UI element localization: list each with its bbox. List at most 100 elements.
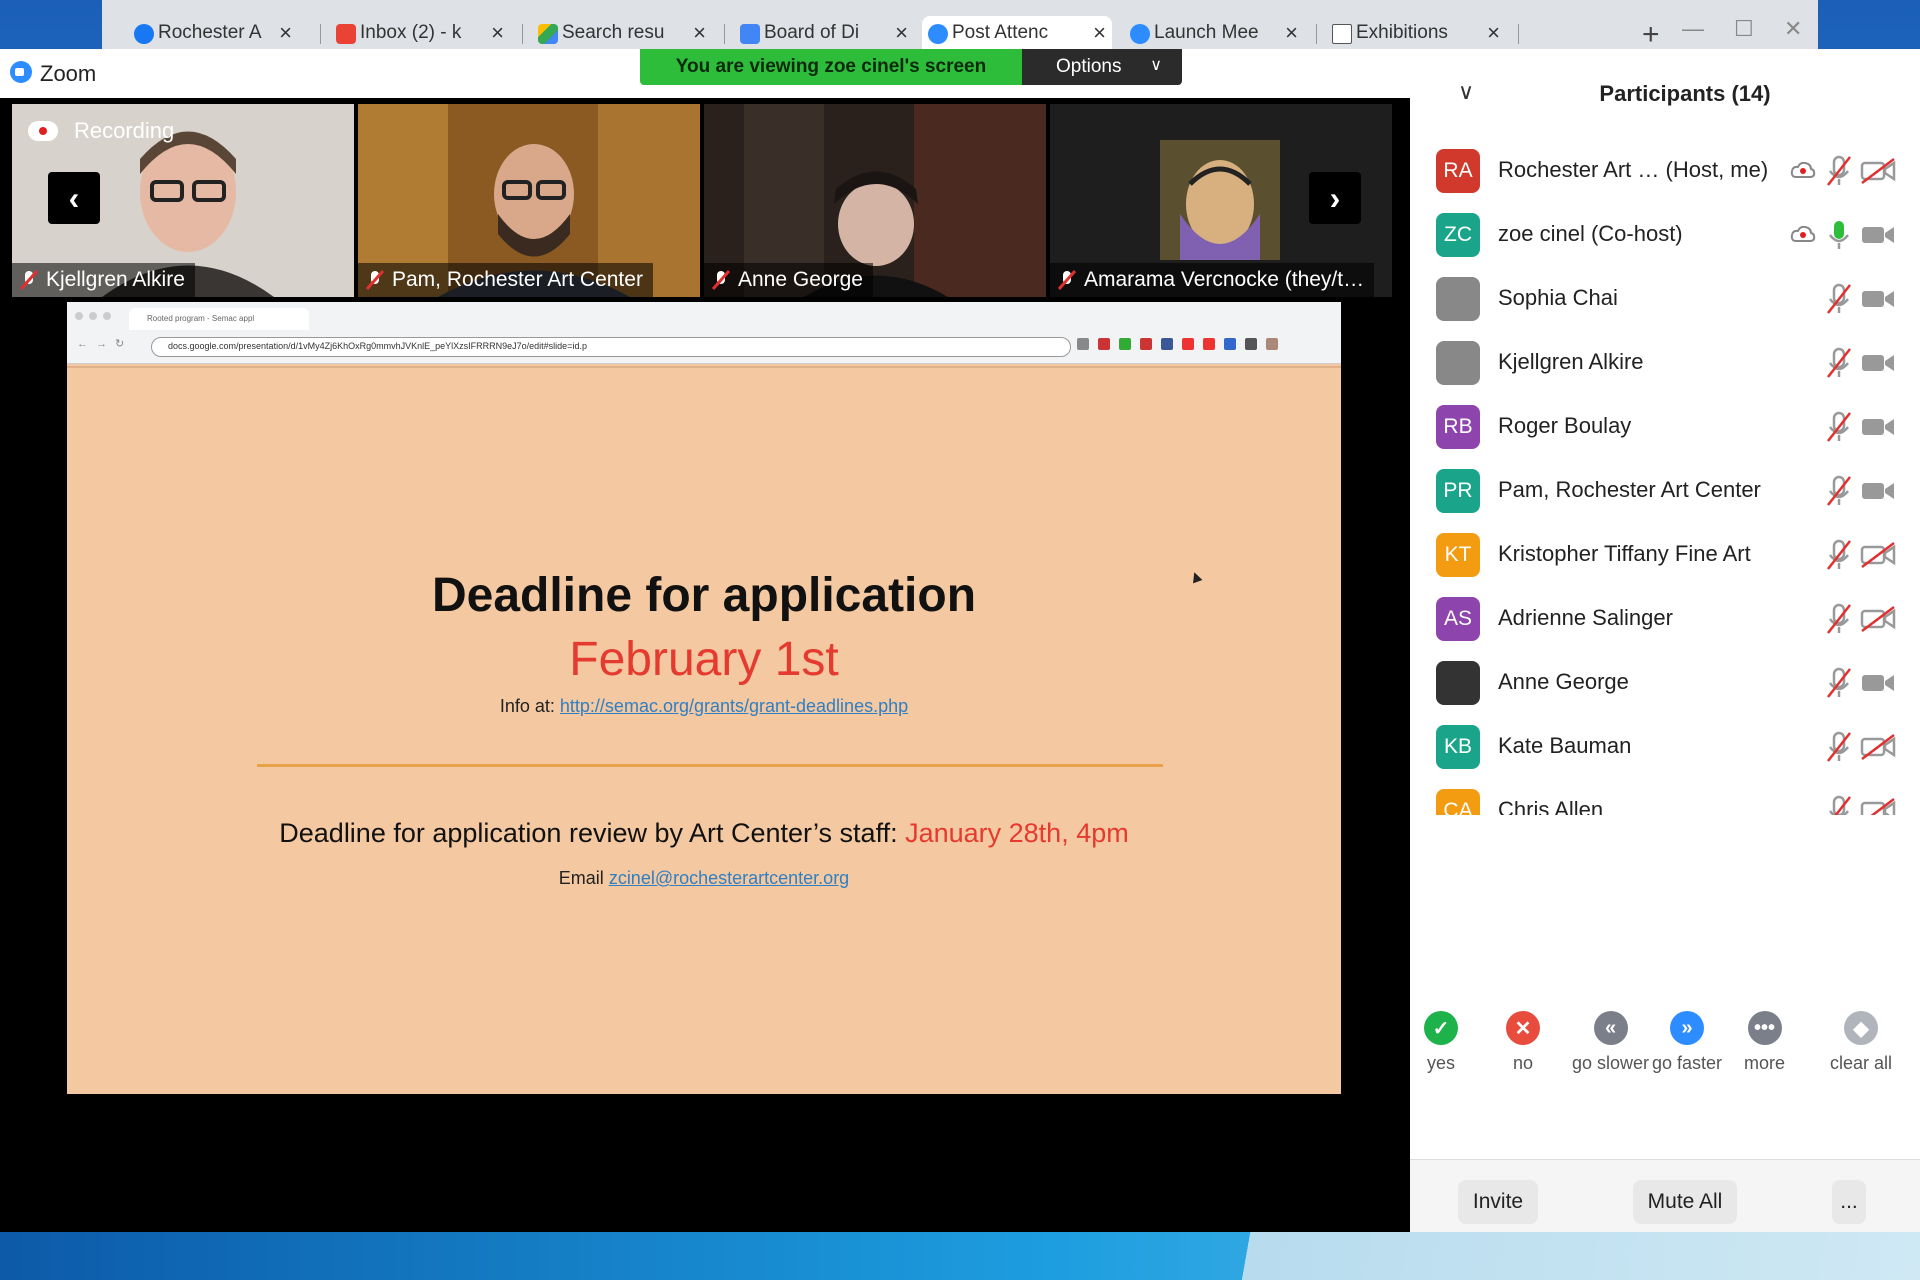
slide-info-line: Info at: http://semac.org/grants/grant-d… — [67, 696, 1341, 717]
tab-label: Inbox (2) - k — [360, 22, 462, 43]
camera-icon[interactable] — [1860, 349, 1896, 377]
camera-icon[interactable] — [1860, 221, 1896, 249]
more-options-button[interactable]: ... — [1832, 1180, 1866, 1224]
camera-icon[interactable] — [1860, 669, 1896, 697]
close-tab-icon[interactable]: × — [1285, 20, 1298, 46]
google-drive-icon — [538, 24, 558, 44]
mic-muted-icon[interactable] — [1824, 539, 1854, 571]
reaction-go-slower-button[interactable]: « go slower — [1572, 1011, 1649, 1074]
reaction-more-button[interactable]: ••• more — [1744, 1011, 1785, 1074]
participant-row[interactable]: Anne George — [1410, 651, 1920, 715]
tab-label: Board of Di — [764, 22, 860, 43]
participants-list[interactable]: RA Rochester Art … (Host, me) ZC zoe cinel … — [1410, 139, 1920, 815]
rac-icon — [1332, 24, 1352, 44]
mic-muted-icon[interactable] — [1824, 475, 1854, 507]
avatar — [1436, 277, 1480, 321]
close-tab-icon[interactable]: × — [1093, 20, 1106, 46]
browser-minimize-icon[interactable]: — — [1682, 16, 1704, 42]
participant-name: Kate Bauman — [1498, 733, 1632, 758]
browser-tab[interactable]: Inbox (2) - k × — [330, 16, 510, 50]
reaction-yes-button[interactable]: ✓ yes — [1424, 1011, 1458, 1074]
shared-browser-toolbar: Rooted program - Semac appl ←→↻ docs.goo… — [67, 302, 1341, 364]
participant-row[interactable]: KT Kristopher Tiffany Fine Art — [1410, 523, 1920, 587]
participant-name: Anne George — [1498, 669, 1629, 694]
participant-row[interactable]: KB Kate Bauman — [1410, 715, 1920, 779]
slide-email-line: Email zcinel@rochesterartcenter.org — [67, 868, 1341, 889]
camera-icon[interactable] — [1860, 285, 1896, 313]
new-tab-icon[interactable]: + — [1642, 18, 1660, 52]
invite-button[interactable]: Invite — [1458, 1180, 1538, 1224]
browser-tab[interactable]: Exhibitions × — [1326, 16, 1506, 50]
participant-row[interactable]: AS Adrienne Salinger — [1410, 587, 1920, 651]
reaction-go-faster-button[interactable]: » go faster — [1652, 1011, 1722, 1074]
tab-separator — [1316, 24, 1317, 44]
participant-row[interactable]: Sophia Chai — [1410, 267, 1920, 331]
camera-icon[interactable] — [1860, 413, 1896, 441]
reaction-clear-all-button[interactable]: ◆ clear all — [1830, 1011, 1892, 1074]
video-tile[interactable]: Pam, Rochester Art Center — [358, 104, 700, 297]
participants-header: ∨ Participants (14) — [1410, 79, 1920, 119]
camera-off-icon[interactable] — [1860, 157, 1896, 185]
camera-off-icon[interactable] — [1860, 733, 1896, 761]
shared-browser-tab: Rooted program - Semac appl — [129, 308, 309, 330]
close-tab-icon[interactable]: × — [279, 20, 292, 46]
browser-tab[interactable]: Board of Di × — [734, 16, 914, 50]
slide-divider — [257, 764, 1163, 767]
view-options-button[interactable]: Options ∨ — [1022, 49, 1182, 85]
camera-icon[interactable] — [1860, 477, 1896, 505]
mic-muted-icon[interactable] — [1824, 283, 1854, 315]
facebook-icon — [134, 24, 154, 44]
tab-label: Rochester A — [158, 22, 262, 43]
avatar: KB — [1436, 725, 1480, 769]
participant-row[interactable]: Kjellgren Alkire — [1410, 331, 1920, 395]
close-tab-icon[interactable]: × — [491, 20, 504, 46]
zoom-icon — [928, 24, 948, 44]
reaction-no-button[interactable]: ✕ no — [1506, 1011, 1540, 1074]
mic-icon[interactable] — [1824, 219, 1854, 251]
mic-muted-icon[interactable] — [1824, 411, 1854, 443]
participant-name: Pam, Rochester Art Center — [1498, 477, 1761, 502]
camera-off-icon[interactable] — [1860, 605, 1896, 633]
participant-name: Roger Boulay — [1498, 413, 1632, 438]
mic-muted-icon — [365, 270, 385, 290]
browser-tab[interactable]: Search resu × — [532, 16, 712, 50]
tab-label: Post Attenc — [952, 22, 1049, 43]
reaction-clear-all-icon: ◆ — [1844, 1011, 1879, 1045]
browser-tab[interactable]: Launch Mee × — [1124, 16, 1304, 50]
zoom-icon — [1130, 24, 1150, 44]
participant-row[interactable]: CA Chris Allen — [1410, 779, 1920, 815]
shared-url-bar: docs.google.com/presentation/d/1vMy4Zj6K… — [151, 337, 1071, 357]
camera-off-icon[interactable] — [1860, 797, 1896, 815]
participant-row[interactable]: RB Roger Boulay — [1410, 395, 1920, 459]
camera-off-icon[interactable] — [1860, 541, 1896, 569]
reaction-label: yes — [1426, 1053, 1455, 1073]
browser-tab-active[interactable]: Post Attenc × — [922, 16, 1112, 50]
participant-name: Rochester Art … (Host, me) — [1498, 157, 1769, 182]
participant-row[interactable]: PR Pam, Rochester Art Center — [1410, 459, 1920, 523]
participant-row[interactable]: ZC zoe cinel (Co-host) — [1410, 203, 1920, 267]
mic-muted-icon[interactable] — [1824, 603, 1854, 635]
mic-muted-icon[interactable] — [1824, 667, 1854, 699]
screen-share-banner: You are viewing zoe cinel's screen — [640, 49, 1022, 85]
browser-tab[interactable]: Rochester A × — [128, 16, 298, 50]
tab-label: Search resu — [562, 22, 665, 43]
window-dots — [75, 312, 111, 320]
browser-maximize-icon[interactable]: ☐ — [1734, 16, 1754, 42]
mute-all-button[interactable]: Mute All — [1633, 1180, 1737, 1224]
mic-muted-icon[interactable] — [1824, 347, 1854, 379]
cloud-recording-icon — [1790, 223, 1816, 245]
chevron-left-icon[interactable]: ‹ — [48, 172, 100, 224]
participant-row[interactable]: RA Rochester Art … (Host, me) — [1410, 139, 1920, 203]
browser-close-icon[interactable]: ✕ — [1784, 16, 1802, 42]
mic-muted-icon[interactable] — [1824, 795, 1854, 815]
mic-muted-icon[interactable] — [1824, 155, 1854, 187]
reaction-label: clear all — [1830, 1053, 1893, 1073]
close-tab-icon[interactable]: × — [895, 20, 908, 46]
close-tab-icon[interactable]: × — [1487, 20, 1500, 46]
video-tile[interactable]: Anne George — [704, 104, 1046, 297]
mic-muted-icon[interactable] — [1824, 731, 1854, 763]
chevron-right-icon[interactable]: › — [1309, 172, 1361, 224]
nonverbal-feedback-bar: ✓ yes ✕ no « go slower » go faster ••• more ◆ clear… — [1410, 1011, 1920, 1091]
close-tab-icon[interactable]: × — [693, 20, 706, 46]
shared-nav-icons: ←→↻ — [77, 338, 133, 350]
